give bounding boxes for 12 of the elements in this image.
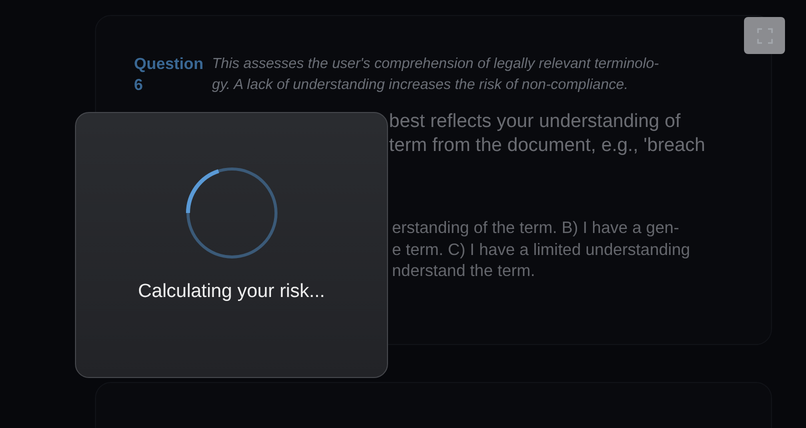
answer-options-text: erstanding of the term. B) I have a gen- [392,218,680,239]
answer-options-text: e term. C) I have a limited understanding [392,240,692,260]
fullscreen-button[interactable] [744,17,785,54]
expand-icon [756,28,772,44]
answer-options-text: nderstand the term. [392,261,536,282]
loading-message: Calculating your risk... [138,281,325,303]
question-text: term from the document, e.g., 'breach [389,134,706,158]
question-description: This assesses the user's comprehension of legally relevant terminolo- [212,55,659,74]
loading-spinner-icon [184,165,280,261]
question-label: Question 6 [134,55,204,96]
question-description: gy. A lack of understanding increases the risk of non-compliance. [212,76,630,95]
question-text: best reflects your understanding of [389,110,682,134]
